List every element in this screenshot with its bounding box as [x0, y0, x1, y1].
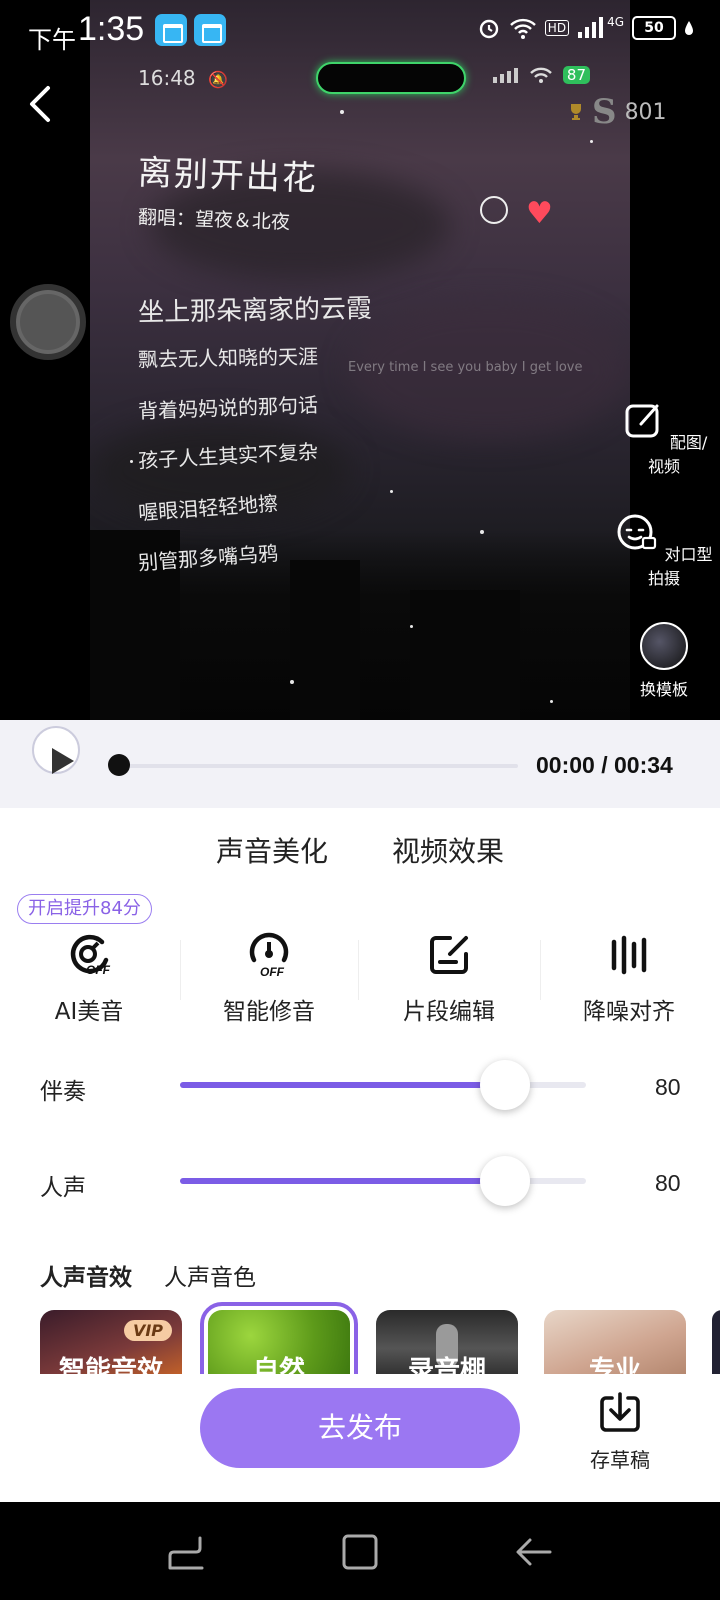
save-draft-label: 存草稿: [590, 1448, 650, 1472]
tool-segment-edit[interactable]: 片段编辑: [374, 930, 524, 1026]
inner-time: 16:48: [138, 66, 196, 90]
trophy-icon: [571, 104, 581, 120]
score-display: S 801: [568, 92, 667, 132]
tool-ai-voice[interactable]: OFF AI美音: [14, 930, 164, 1026]
side-tool-template[interactable]: 换模板: [614, 622, 714, 700]
tool-smart-tune[interactable]: OFF 智能修音: [194, 930, 344, 1026]
effect-name: 自然: [252, 1356, 305, 1374]
status-time: 1:35: [78, 10, 145, 48]
vip-badge: VIP: [123, 1320, 172, 1341]
segment-edit-icon: [430, 936, 468, 974]
effect-card[interactable]: 录音棚: [376, 1310, 518, 1374]
playback-time: 00:00 / 00:34: [536, 752, 673, 778]
side-tool-media[interactable]: 配图/视频: [614, 398, 714, 477]
effect-card[interactable]: VIP 智能音效: [40, 1310, 182, 1374]
inner-battery: 87: [562, 66, 590, 84]
lyric-line: 飘去无人知晓的天涯: [137, 344, 319, 372]
side-tool-lipsync[interactable]: 对口型拍摄: [614, 510, 714, 589]
heart-sticker-icon: ♥: [526, 196, 553, 231]
slider-thumb[interactable]: [480, 1060, 530, 1110]
inner-wifi-icon: [530, 67, 552, 83]
subtab-vocal-effects[interactable]: 人声音效: [40, 1258, 132, 1292]
svg-text:OFF: OFF: [260, 965, 285, 979]
signal-icon: [578, 17, 604, 38]
video-frame[interactable]: 16:48 🔕 87 离别开出花 翻唱：望夜＆北夜 ♥ 坐上那朵离家的云霞 飘去…: [90, 0, 630, 720]
recents-nav-icon[interactable]: [166, 1532, 206, 1572]
status-bar: 下午 1:35 HD 4G 50: [0, 0, 720, 66]
publish-button[interactable]: 去发布: [200, 1388, 520, 1468]
tool-denoise-align[interactable]: 降噪对齐: [554, 930, 704, 1026]
faint-lyric: Every time I see you baby I get love: [348, 360, 583, 375]
tool-label: 片段编辑: [403, 999, 495, 1025]
slider-fill: [180, 1178, 505, 1184]
tab-voice-beautify[interactable]: 声音美化: [216, 830, 329, 872]
effect-name: 录音棚: [407, 1356, 486, 1374]
song-title: 离别开出花: [137, 152, 319, 200]
wifi-icon: [509, 18, 536, 39]
video-preview[interactable]: 16:48 🔕 87 离别开出花 翻唱：望夜＆北夜 ♥ 坐上那朵离家的云霞 飘去…: [0, 0, 720, 720]
progress-knob[interactable]: [108, 754, 130, 776]
dynamic-island: [316, 62, 466, 94]
water-drop-icon: [685, 21, 693, 35]
back-arrow-icon[interactable]: [24, 84, 60, 124]
effect-name: 智能音效: [58, 1356, 163, 1374]
play-icon: [52, 748, 74, 774]
tab-video-effects[interactable]: 视频效果: [392, 830, 504, 870]
template-thumbnail: [640, 622, 688, 670]
mute-bell-icon: 🔕: [208, 70, 228, 89]
tune-off-icon: OFF: [249, 932, 289, 979]
alarm-icon: [479, 19, 498, 39]
accompaniment-slider[interactable]: [180, 1060, 586, 1110]
effect-card-partial[interactable]: [712, 1310, 720, 1374]
accompaniment-value: 80: [655, 1074, 681, 1100]
edit-icon: [625, 404, 659, 438]
lipsync-camera-icon: [617, 514, 657, 550]
system-nav-bar: [0, 1502, 720, 1600]
ai-off-icon: OFF: [70, 934, 111, 977]
slider-label-vocal: 人声: [40, 1175, 86, 1201]
subtab-vocal-timbre[interactable]: 人声音色: [164, 1258, 256, 1292]
lyric-line: 坐上那朵离家的云霞: [137, 293, 373, 329]
singer-credit: 翻唱：望夜＆北夜: [137, 206, 291, 234]
svg-text:OFF: OFF: [86, 963, 111, 977]
back-nav-icon[interactable]: [514, 1532, 554, 1572]
save-draft-button[interactable]: 存草稿: [580, 1390, 660, 1473]
slider-label-accompaniment: 伴奏: [40, 1079, 86, 1105]
tool-label: AI美音: [54, 999, 124, 1025]
home-nav-icon[interactable]: [340, 1532, 380, 1572]
score-grade-icon: S: [592, 92, 617, 132]
effect-card[interactable]: 专业: [544, 1310, 686, 1374]
floating-ball[interactable]: [10, 284, 86, 360]
effect-card[interactable]: 自然: [200, 1302, 358, 1382]
score-value: 801: [624, 99, 667, 125]
battery-indicator: 50: [632, 16, 676, 40]
slider-fill: [180, 1082, 505, 1088]
network-type: 4G: [607, 15, 624, 29]
tool-label: 降噪对齐: [583, 999, 675, 1025]
video-inner-status: 16:48 🔕 87: [138, 62, 590, 94]
noise-bars-icon: [611, 935, 647, 975]
tool-label: 智能修音: [223, 999, 315, 1025]
vocal-value: 80: [655, 1170, 681, 1196]
status-time-prefix: 下午: [28, 26, 76, 54]
progress-track[interactable]: [118, 764, 518, 768]
flower-sticker-icon: [480, 196, 508, 224]
effect-name: 专业: [588, 1356, 641, 1374]
hd-badge: HD: [544, 20, 570, 36]
status-icons: HD 4G 50: [477, 15, 694, 40]
lyric-line: 背着妈妈说的那句话: [137, 392, 319, 424]
score-boost-badge: 开启提升84分: [17, 894, 152, 924]
download-icon: [600, 1392, 640, 1432]
shopping-bag-icon: [194, 14, 226, 46]
shopping-bag-icon: [155, 14, 187, 46]
inner-signal-icon: [492, 68, 518, 83]
slider-thumb[interactable]: [480, 1156, 530, 1206]
vocal-slider[interactable]: [180, 1156, 586, 1206]
side-tool-label: 换模板: [639, 680, 688, 699]
